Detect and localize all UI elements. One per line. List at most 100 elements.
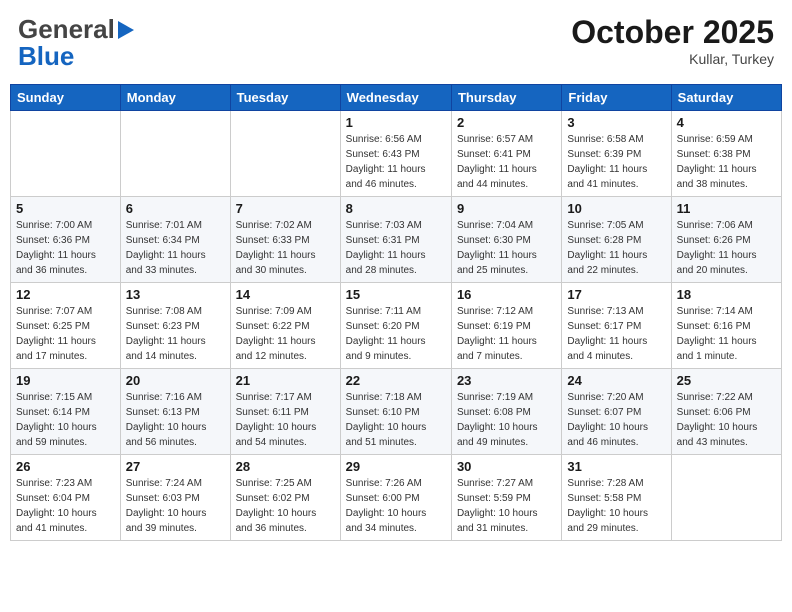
calendar-day-26: 26 Sunrise: 7:23 AM Sunset: 6:04 PM Dayli…	[11, 455, 121, 541]
calendar-day-28: 28 Sunrise: 7:25 AM Sunset: 6:02 PM Dayli…	[230, 455, 340, 541]
calendar-day-10: 10 Sunrise: 7:05 AM Sunset: 6:28 PM Dayli…	[562, 197, 671, 283]
calendar-day-3: 3 Sunrise: 6:58 AM Sunset: 6:39 PM Daylig…	[562, 111, 671, 197]
calendar-day-27: 27 Sunrise: 7:24 AM Sunset: 6:03 PM Dayli…	[120, 455, 230, 541]
calendar-day-4: 4 Sunrise: 6:59 AM Sunset: 6:38 PM Daylig…	[671, 111, 781, 197]
calendar-week-row: 1 Sunrise: 6:56 AM Sunset: 6:43 PM Daylig…	[11, 111, 782, 197]
day-number: 16	[457, 287, 556, 302]
day-info: Sunrise: 6:58 AM Sunset: 6:39 PM Dayligh…	[567, 132, 665, 192]
calendar-day-23: 23Sunrise: 7:19 AM Sunset: 6:08 PM Dayli…	[451, 369, 561, 455]
calendar-day-29: 29Sunrise: 7:26 AM Sunset: 6:00 PM Dayli…	[340, 455, 451, 541]
day-info: Sunrise: 7:26 AM Sunset: 6:00 PM Dayligh…	[346, 476, 446, 536]
day-info: Sunrise: 7:13 AM Sunset: 6:17 PM Dayligh…	[567, 304, 665, 364]
day-info: Sunrise: 7:20 AM Sunset: 6:07 PM Dayligh…	[567, 390, 665, 450]
day-info: Sunrise: 7:24 AM Sunset: 6:03 PM Dayligh…	[126, 476, 225, 536]
day-number: 26	[16, 459, 115, 474]
calendar-day-5: 5Sunrise: 7:00 AM Sunset: 6:36 PM Daylig…	[11, 197, 121, 283]
day-info: Sunrise: 7:04 AM Sunset: 6:30 PM Dayligh…	[457, 218, 556, 278]
day-number: 23	[457, 373, 556, 388]
day-info: Sunrise: 7:03 AM Sunset: 6:31 PM Dayligh…	[346, 218, 446, 278]
day-number: 27	[126, 459, 225, 474]
day-number: 1	[346, 115, 446, 130]
day-info: Sunrise: 7:16 AM Sunset: 6:13 PM Dayligh…	[126, 390, 225, 450]
weekday-header-sunday: Sunday	[11, 85, 121, 111]
day-number: 18	[677, 287, 776, 302]
day-number: 3	[567, 115, 665, 130]
calendar-week-row: 19 Sunrise: 7:15 AM Sunset: 6:14 PM Dayli…	[11, 369, 782, 455]
day-number: 12	[16, 287, 115, 302]
calendar-day-13: 13Sunrise: 7:08 AM Sunset: 6:23 PM Dayli…	[120, 283, 230, 369]
calendar-day-14: 14Sunrise: 7:09 AM Sunset: 6:22 PM Dayli…	[230, 283, 340, 369]
day-number: 15	[346, 287, 446, 302]
logo-blue: Blue	[18, 41, 74, 72]
calendar-day-31: 31 Sunrise: 7:28 AM Sunset: 5:58 PM Dayli…	[562, 455, 671, 541]
calendar-empty-cell	[671, 455, 781, 541]
calendar-day-25: 25Sunrise: 7:22 AM Sunset: 6:06 PM Dayli…	[671, 369, 781, 455]
calendar-empty-cell	[120, 111, 230, 197]
day-info: Sunrise: 7:28 AM Sunset: 5:58 PM Dayligh…	[567, 476, 665, 536]
day-info: Sunrise: 6:57 AM Sunset: 6:41 PM Dayligh…	[457, 132, 556, 192]
day-number: 4	[677, 115, 776, 130]
calendar-header-row: SundayMondayTuesdayWednesdayThursdayFrid…	[11, 85, 782, 111]
day-number: 28	[236, 459, 335, 474]
day-info: Sunrise: 7:06 AM Sunset: 6:26 PM Dayligh…	[677, 218, 776, 278]
day-info: Sunrise: 7:15 AM Sunset: 6:14 PM Dayligh…	[16, 390, 115, 450]
day-number: 17	[567, 287, 665, 302]
weekday-header-monday: Monday	[120, 85, 230, 111]
calendar-day-20: 20 Sunrise: 7:16 AM Sunset: 6:13 PM Dayli…	[120, 369, 230, 455]
day-info: Sunrise: 7:25 AM Sunset: 6:02 PM Dayligh…	[236, 476, 335, 536]
day-info: Sunrise: 7:01 AM Sunset: 6:34 PM Dayligh…	[126, 218, 225, 278]
calendar-table: SundayMondayTuesdayWednesdayThursdayFrid…	[10, 84, 782, 541]
calendar-day-6: 6 Sunrise: 7:01 AM Sunset: 6:34 PM Daylig…	[120, 197, 230, 283]
calendar-week-row: 12Sunrise: 7:07 AM Sunset: 6:25 PM Dayli…	[11, 283, 782, 369]
calendar-day-7: 7 Sunrise: 7:02 AM Sunset: 6:33 PM Daylig…	[230, 197, 340, 283]
day-info: Sunrise: 6:56 AM Sunset: 6:43 PM Dayligh…	[346, 132, 446, 192]
location: Kullar, Turkey	[571, 51, 774, 67]
day-info: Sunrise: 7:18 AM Sunset: 6:10 PM Dayligh…	[346, 390, 446, 450]
calendar-empty-cell	[11, 111, 121, 197]
day-info: Sunrise: 7:23 AM Sunset: 6:04 PM Dayligh…	[16, 476, 115, 536]
day-number: 10	[567, 201, 665, 216]
calendar-day-22: 22Sunrise: 7:18 AM Sunset: 6:10 PM Dayli…	[340, 369, 451, 455]
calendar-day-24: 24 Sunrise: 7:20 AM Sunset: 6:07 PM Dayli…	[562, 369, 671, 455]
day-info: Sunrise: 7:27 AM Sunset: 5:59 PM Dayligh…	[457, 476, 556, 536]
calendar-day-30: 30Sunrise: 7:27 AM Sunset: 5:59 PM Dayli…	[451, 455, 561, 541]
month-title: October 2025	[571, 14, 774, 51]
logo-arrow-icon	[118, 21, 134, 39]
calendar-week-row: 26 Sunrise: 7:23 AM Sunset: 6:04 PM Dayli…	[11, 455, 782, 541]
calendar-day-17: 17 Sunrise: 7:13 AM Sunset: 6:17 PM Dayli…	[562, 283, 671, 369]
day-info: Sunrise: 7:00 AM Sunset: 6:36 PM Dayligh…	[16, 218, 115, 278]
day-info: Sunrise: 7:05 AM Sunset: 6:28 PM Dayligh…	[567, 218, 665, 278]
day-number: 20	[126, 373, 225, 388]
calendar-day-16: 16 Sunrise: 7:12 AM Sunset: 6:19 PM Dayli…	[451, 283, 561, 369]
day-number: 9	[457, 201, 556, 216]
calendar-day-11: 11Sunrise: 7:06 AM Sunset: 6:26 PM Dayli…	[671, 197, 781, 283]
day-info: Sunrise: 7:02 AM Sunset: 6:33 PM Dayligh…	[236, 218, 335, 278]
weekday-header-thursday: Thursday	[451, 85, 561, 111]
calendar-empty-cell	[230, 111, 340, 197]
day-number: 6	[126, 201, 225, 216]
calendar-day-9: 9 Sunrise: 7:04 AM Sunset: 6:30 PM Daylig…	[451, 197, 561, 283]
calendar-day-19: 19 Sunrise: 7:15 AM Sunset: 6:14 PM Dayli…	[11, 369, 121, 455]
weekday-header-friday: Friday	[562, 85, 671, 111]
day-info: Sunrise: 7:17 AM Sunset: 6:11 PM Dayligh…	[236, 390, 335, 450]
day-number: 24	[567, 373, 665, 388]
day-info: Sunrise: 7:14 AM Sunset: 6:16 PM Dayligh…	[677, 304, 776, 364]
calendar-day-12: 12Sunrise: 7:07 AM Sunset: 6:25 PM Dayli…	[11, 283, 121, 369]
day-number: 31	[567, 459, 665, 474]
day-number: 21	[236, 373, 335, 388]
day-info: Sunrise: 7:11 AM Sunset: 6:20 PM Dayligh…	[346, 304, 446, 364]
day-number: 13	[126, 287, 225, 302]
calendar-day-15: 15 Sunrise: 7:11 AM Sunset: 6:20 PM Dayli…	[340, 283, 451, 369]
calendar-day-1: 1 Sunrise: 6:56 AM Sunset: 6:43 PM Daylig…	[340, 111, 451, 197]
day-number: 8	[346, 201, 446, 216]
day-info: Sunrise: 6:59 AM Sunset: 6:38 PM Dayligh…	[677, 132, 776, 192]
day-info: Sunrise: 7:12 AM Sunset: 6:19 PM Dayligh…	[457, 304, 556, 364]
title-block: October 2025 Kullar, Turkey	[571, 14, 774, 67]
calendar-day-21: 21 Sunrise: 7:17 AM Sunset: 6:11 PM Dayli…	[230, 369, 340, 455]
weekday-header-saturday: Saturday	[671, 85, 781, 111]
calendar-day-18: 18 Sunrise: 7:14 AM Sunset: 6:16 PM Dayli…	[671, 283, 781, 369]
day-number: 19	[16, 373, 115, 388]
day-number: 7	[236, 201, 335, 216]
day-number: 2	[457, 115, 556, 130]
weekday-header-tuesday: Tuesday	[230, 85, 340, 111]
